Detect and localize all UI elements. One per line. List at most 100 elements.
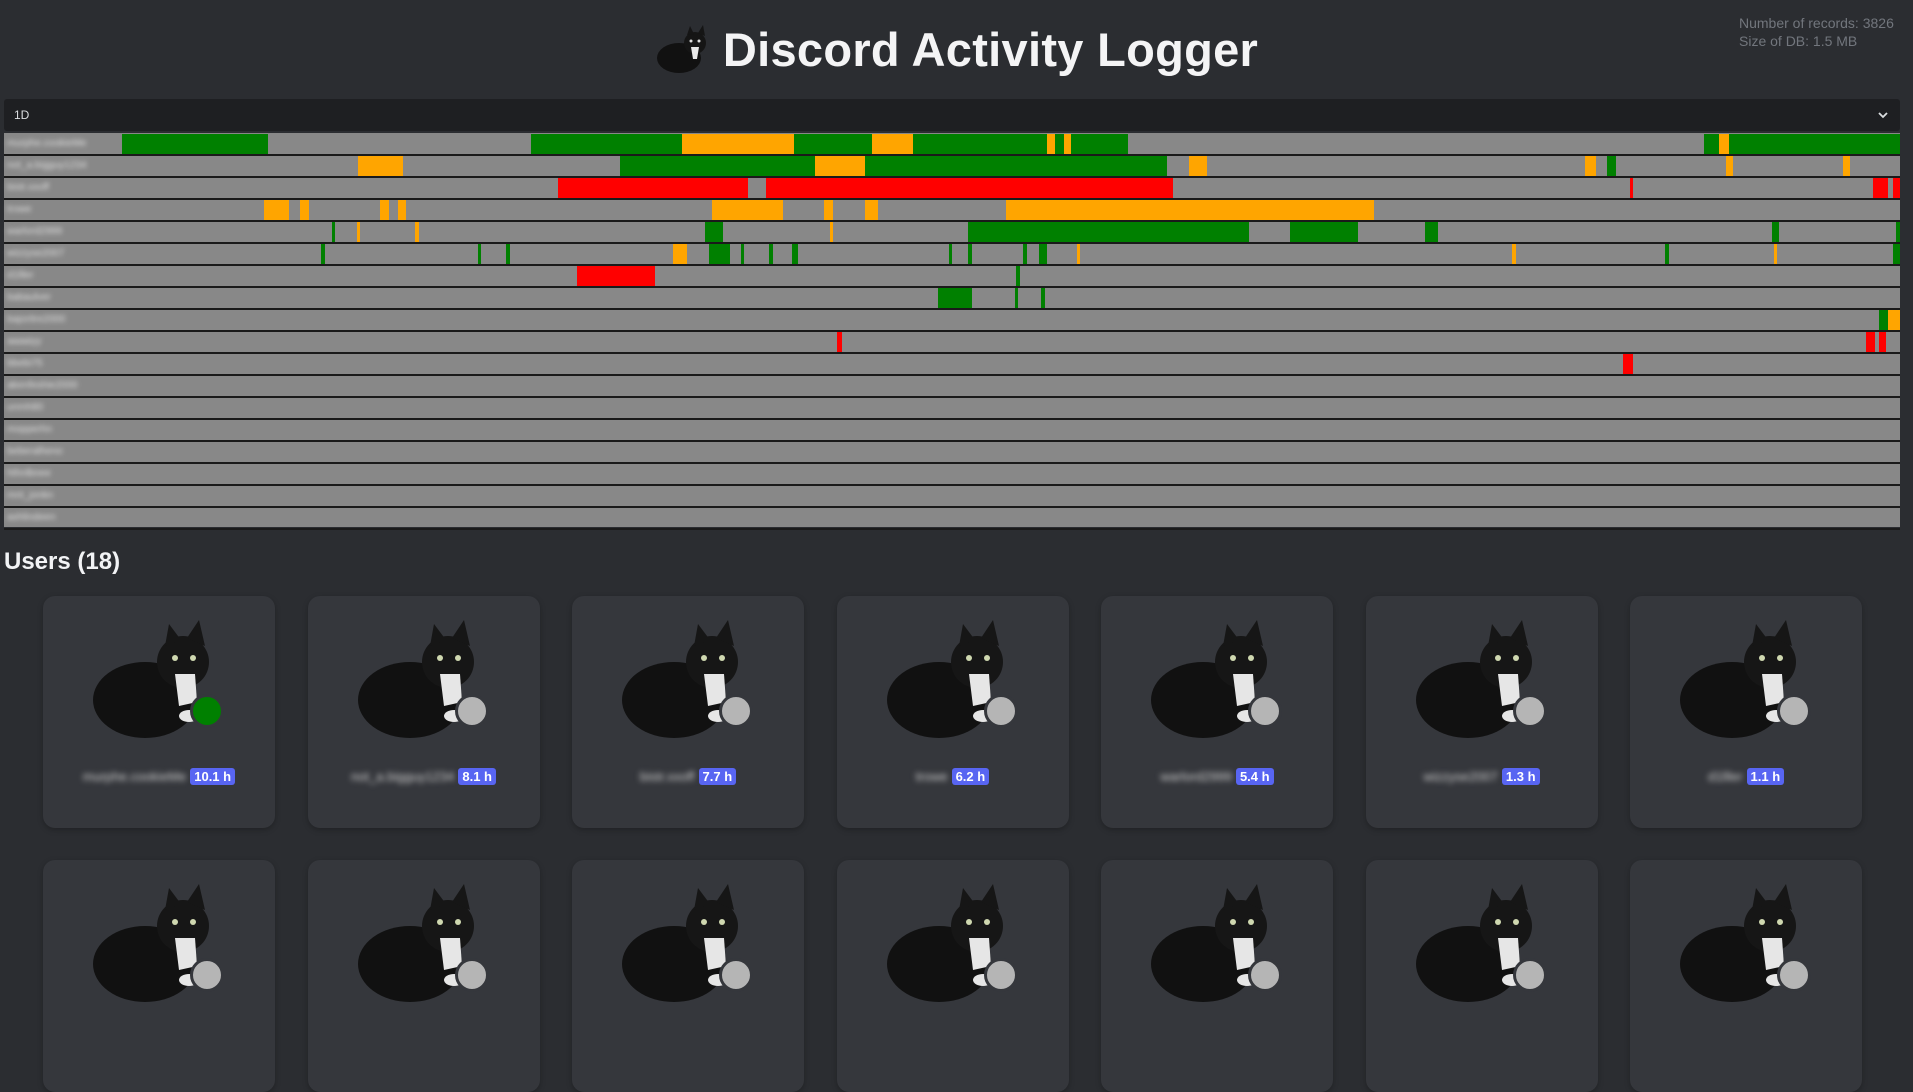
timeline-row: beberalheno — [4, 441, 1900, 463]
user-card[interactable] — [1101, 860, 1333, 1092]
user-card[interactable]: d1lller 1.1 h — [1630, 596, 1862, 828]
page-header: Discord Activity Logger Number of record… — [0, 0, 1913, 98]
status-segment-idle — [872, 134, 914, 154]
status-segment-online — [1016, 266, 1020, 286]
user-card[interactable]: not_a.bigguy1234 8.1 h — [307, 596, 540, 828]
timeline-row: ashlindeen — [4, 507, 1900, 529]
status-segment-idle — [1718, 134, 1730, 154]
status-segment-online — [1771, 222, 1780, 242]
status-segment-idle — [1843, 156, 1851, 176]
status-segment-dnd — [1866, 332, 1876, 352]
status-segment-online — [1041, 288, 1045, 308]
status-segment-dnd — [1878, 332, 1886, 352]
user-card[interactable] — [836, 860, 1069, 1092]
status-segment-online — [938, 288, 972, 308]
user-card[interactable]: murphe.cookieMe 10.1 h — [43, 596, 275, 828]
timeline-row: bistr.xxoff — [4, 177, 1900, 199]
users-heading: Users (18) — [4, 548, 121, 575]
user-card[interactable] — [572, 860, 804, 1092]
user-card[interactable]: wizzyse2007 1.3 h — [1365, 596, 1598, 828]
user-card[interactable] — [1630, 860, 1862, 1092]
time-range-select[interactable]: 1D — [4, 99, 1900, 131]
status-segment-idle — [1773, 244, 1778, 264]
status-segment-dnd — [836, 332, 843, 352]
timeline-row-divider — [4, 528, 1900, 530]
timeline-row-label: mopperhn — [7, 424, 53, 435]
user-card[interactable]: warlord2999 5.4 h — [1101, 596, 1333, 828]
time-range-value: 1D — [14, 108, 30, 122]
username: not_a.bigguy1234 — [351, 769, 455, 784]
status-segment-idle — [1585, 156, 1596, 176]
status-segment-dnd — [1892, 178, 1900, 198]
status-segment-idle — [765, 200, 784, 220]
status-segment-idle — [358, 156, 373, 176]
status-segment-idle — [682, 134, 795, 154]
timeline-row: akenfeshie2000 — [4, 375, 1900, 397]
timeline-row-label: murphe.cookieMe — [7, 138, 87, 149]
status-segment-online — [850, 134, 873, 154]
status-segment-online — [1071, 134, 1129, 154]
timeline-row-label: unmh80 — [7, 402, 44, 413]
user-card[interactable] — [1365, 860, 1598, 1092]
status-segment-idle — [1188, 156, 1207, 176]
status-segment-idle — [415, 222, 419, 242]
timeline-row-label: aaaaiyy — [7, 336, 42, 347]
status-segment-idle — [865, 200, 878, 220]
status-segment-online — [1704, 134, 1719, 154]
timeline-row: mnt_jonkn — [4, 485, 1900, 507]
status-segment-online — [769, 244, 773, 264]
status-segment-idle — [356, 222, 361, 242]
timeline-row-label: d1lller — [7, 270, 34, 281]
status-segment-online — [968, 244, 972, 264]
status-segment-idle — [1046, 134, 1056, 154]
user-card-footer: bistr.xxoff 7.7 h — [572, 768, 804, 785]
user-card[interactable]: trowe 6.2 h — [836, 596, 1069, 828]
timeline-row-label: mnt_jonkn — [7, 490, 54, 501]
status-segment-online — [1014, 288, 1019, 308]
status-segment-online — [913, 134, 1047, 154]
username: d1lller — [1707, 769, 1743, 784]
status-segment-idle — [379, 200, 389, 220]
status-segment-idle — [735, 200, 766, 220]
status-indicator — [1777, 958, 1811, 992]
status-indicator — [190, 958, 224, 992]
status-indicator — [1512, 694, 1547, 728]
record-count: Number of records: 3826 — [1739, 15, 1894, 31]
timeline-row: wizzyse2007 — [4, 243, 1900, 265]
status-segment-online — [1729, 134, 1900, 154]
activity-hours-badge: 7.7 h — [698, 768, 737, 785]
user-card[interactable]: bistr.xxoff 7.7 h — [572, 596, 804, 828]
title-wrap: Discord Activity Logger — [0, 22, 1913, 77]
timeline-row: murphe.cookieMe — [4, 133, 1900, 155]
user-card[interactable] — [43, 860, 275, 1092]
status-segment-online — [968, 222, 1250, 242]
timeline-row: bajoritre2000 — [4, 309, 1900, 331]
status-segment-dnd — [557, 178, 748, 198]
timeline-row-label: bistr.xxoff — [7, 182, 50, 193]
timeline-row: hthnlbnee — [4, 463, 1900, 485]
user-card[interactable] — [307, 860, 540, 1092]
status-segment-dnd — [1622, 354, 1634, 374]
status-indicator — [719, 958, 753, 992]
timeline-row: babaulver — [4, 287, 1900, 309]
status-segment-idle — [1064, 134, 1072, 154]
status-segment-online — [740, 244, 745, 264]
page-title: Discord Activity Logger — [722, 23, 1259, 76]
status-segment-idle — [829, 222, 834, 242]
status-segment-online — [1665, 244, 1669, 264]
username: trowe — [915, 769, 948, 784]
activity-timeline: murphe.cookieMe not_a.bigguy1234 bistr.xxo… — [4, 133, 1900, 530]
timeline-row-label: bajoritre2000 — [7, 314, 66, 325]
status-segment-online — [1055, 134, 1065, 154]
status-segment-online — [1425, 222, 1438, 242]
user-card-footer: trowe 6.2 h — [837, 768, 1069, 785]
timeline-row: trowe — [4, 199, 1900, 221]
timeline-row-label: akenfeshie2000 — [7, 380, 78, 391]
status-segment-idle — [1887, 310, 1900, 330]
status-segment-online — [948, 244, 953, 264]
db-stats: Number of records: 3826 Size of DB: 1.5 … — [1739, 14, 1909, 50]
activity-hours-badge: 10.1 h — [190, 768, 236, 785]
timeline-row: bbebi75 — [4, 353, 1900, 375]
status-segment-idle — [397, 200, 407, 220]
timeline-row-label: hthnlbnee — [7, 468, 51, 479]
